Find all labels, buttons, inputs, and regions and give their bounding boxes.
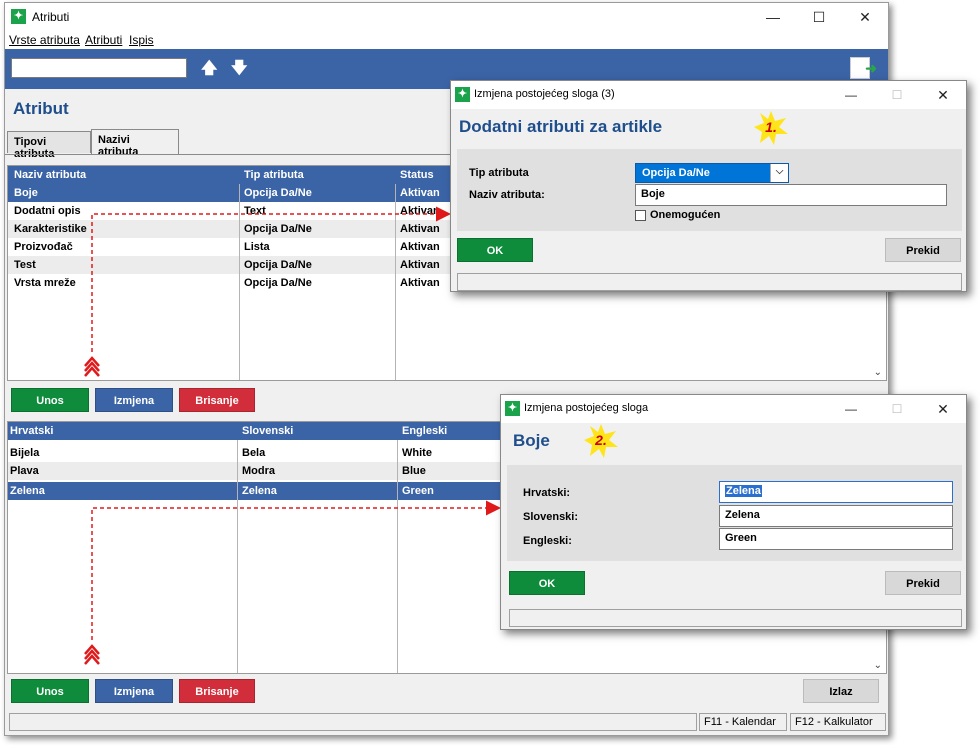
- dialog2-status: [509, 609, 962, 627]
- step-badge-1: 1.: [753, 110, 789, 146]
- dialog1-maximize-button[interactable]: ☐: [874, 81, 920, 109]
- naziv-atributa-input[interactable]: Boje: [635, 184, 947, 206]
- dialog2-minimize-button[interactable]: —: [828, 395, 874, 423]
- dialog1-ok-button[interactable]: OK: [457, 238, 533, 262]
- hrvatski-label: Hrvatski:: [523, 487, 571, 499]
- hrvatski-input[interactable]: Zelena: [719, 481, 953, 503]
- tip-atributa-label: Tip atributa: [469, 167, 529, 179]
- tip-atributa-value: Opcija Da/Ne: [642, 167, 710, 179]
- engleski-input[interactable]: Green: [719, 528, 953, 550]
- dialog2-close-button[interactable]: ✕: [920, 395, 966, 423]
- step-badge-2-text: 2.: [595, 432, 607, 448]
- dialog2-cancel-button[interactable]: Prekid: [885, 571, 961, 595]
- step-badge-1-text: 1.: [765, 119, 777, 135]
- edit-attribute-dialog: ✦ Izmjena postojećeg sloga (3) — ☐ ✕ Dod…: [450, 80, 967, 292]
- dialog1-title-bar: ✦ Izmjena postojećeg sloga (3) — ☐ ✕: [451, 81, 966, 109]
- naziv-atributa-label: Naziv atributa:: [469, 189, 545, 201]
- dialog1-cancel-button[interactable]: Prekid: [885, 238, 961, 262]
- onemogucen-label[interactable]: Onemogućen: [650, 209, 720, 221]
- chevron-down-icon[interactable]: ⌵: [770, 164, 788, 182]
- dialog2-title-bar: ✦ Izmjena postojećeg sloga — ☐ ✕: [501, 395, 966, 423]
- slovenski-input[interactable]: Zelena: [719, 505, 953, 527]
- annotation-arrow-1: [91, 206, 451, 352]
- chevron-up-icon: [84, 644, 100, 665]
- dialog1-form-panel: Tip atributa Opcija Da/Ne ⌵ Naziv atribu…: [457, 149, 962, 231]
- chevron-up-icon: [84, 356, 100, 377]
- dialog2-heading: Boje: [513, 431, 550, 450]
- app-icon: ✦: [455, 87, 470, 102]
- dialog2-title: Izmjena postojećeg sloga: [524, 402, 649, 414]
- dialog1-heading: Dodatni atributi za artikle: [459, 117, 663, 136]
- dialog1-minimize-button[interactable]: —: [828, 81, 874, 109]
- dialog2-maximize-button[interactable]: ☐: [874, 395, 920, 423]
- hrvatski-value: Zelena: [725, 485, 762, 497]
- dialog1-status: [457, 273, 962, 291]
- edit-translation-dialog: ✦ Izmjena postojećeg sloga — ☐ ✕ Boje 2.…: [500, 394, 967, 630]
- slovenski-label: Slovenski:: [523, 511, 579, 523]
- dialog2-ok-button[interactable]: OK: [509, 571, 585, 595]
- engleski-label: Engleski:: [523, 535, 572, 547]
- dialog2-form-panel: Hrvatski: Zelena Slovenski: Zelena Engle…: [507, 465, 962, 561]
- dialog1-title: Izmjena postojećeg sloga (3): [474, 88, 615, 100]
- step-badge-2: 2.: [583, 423, 619, 459]
- dialog1-close-button[interactable]: ✕: [920, 81, 966, 109]
- onemogucen-checkbox[interactable]: [635, 210, 646, 221]
- app-icon: ✦: [505, 401, 520, 416]
- tip-atributa-select[interactable]: Opcija Da/Ne ⌵: [635, 163, 789, 183]
- annotation-arrow-2: [91, 500, 501, 640]
